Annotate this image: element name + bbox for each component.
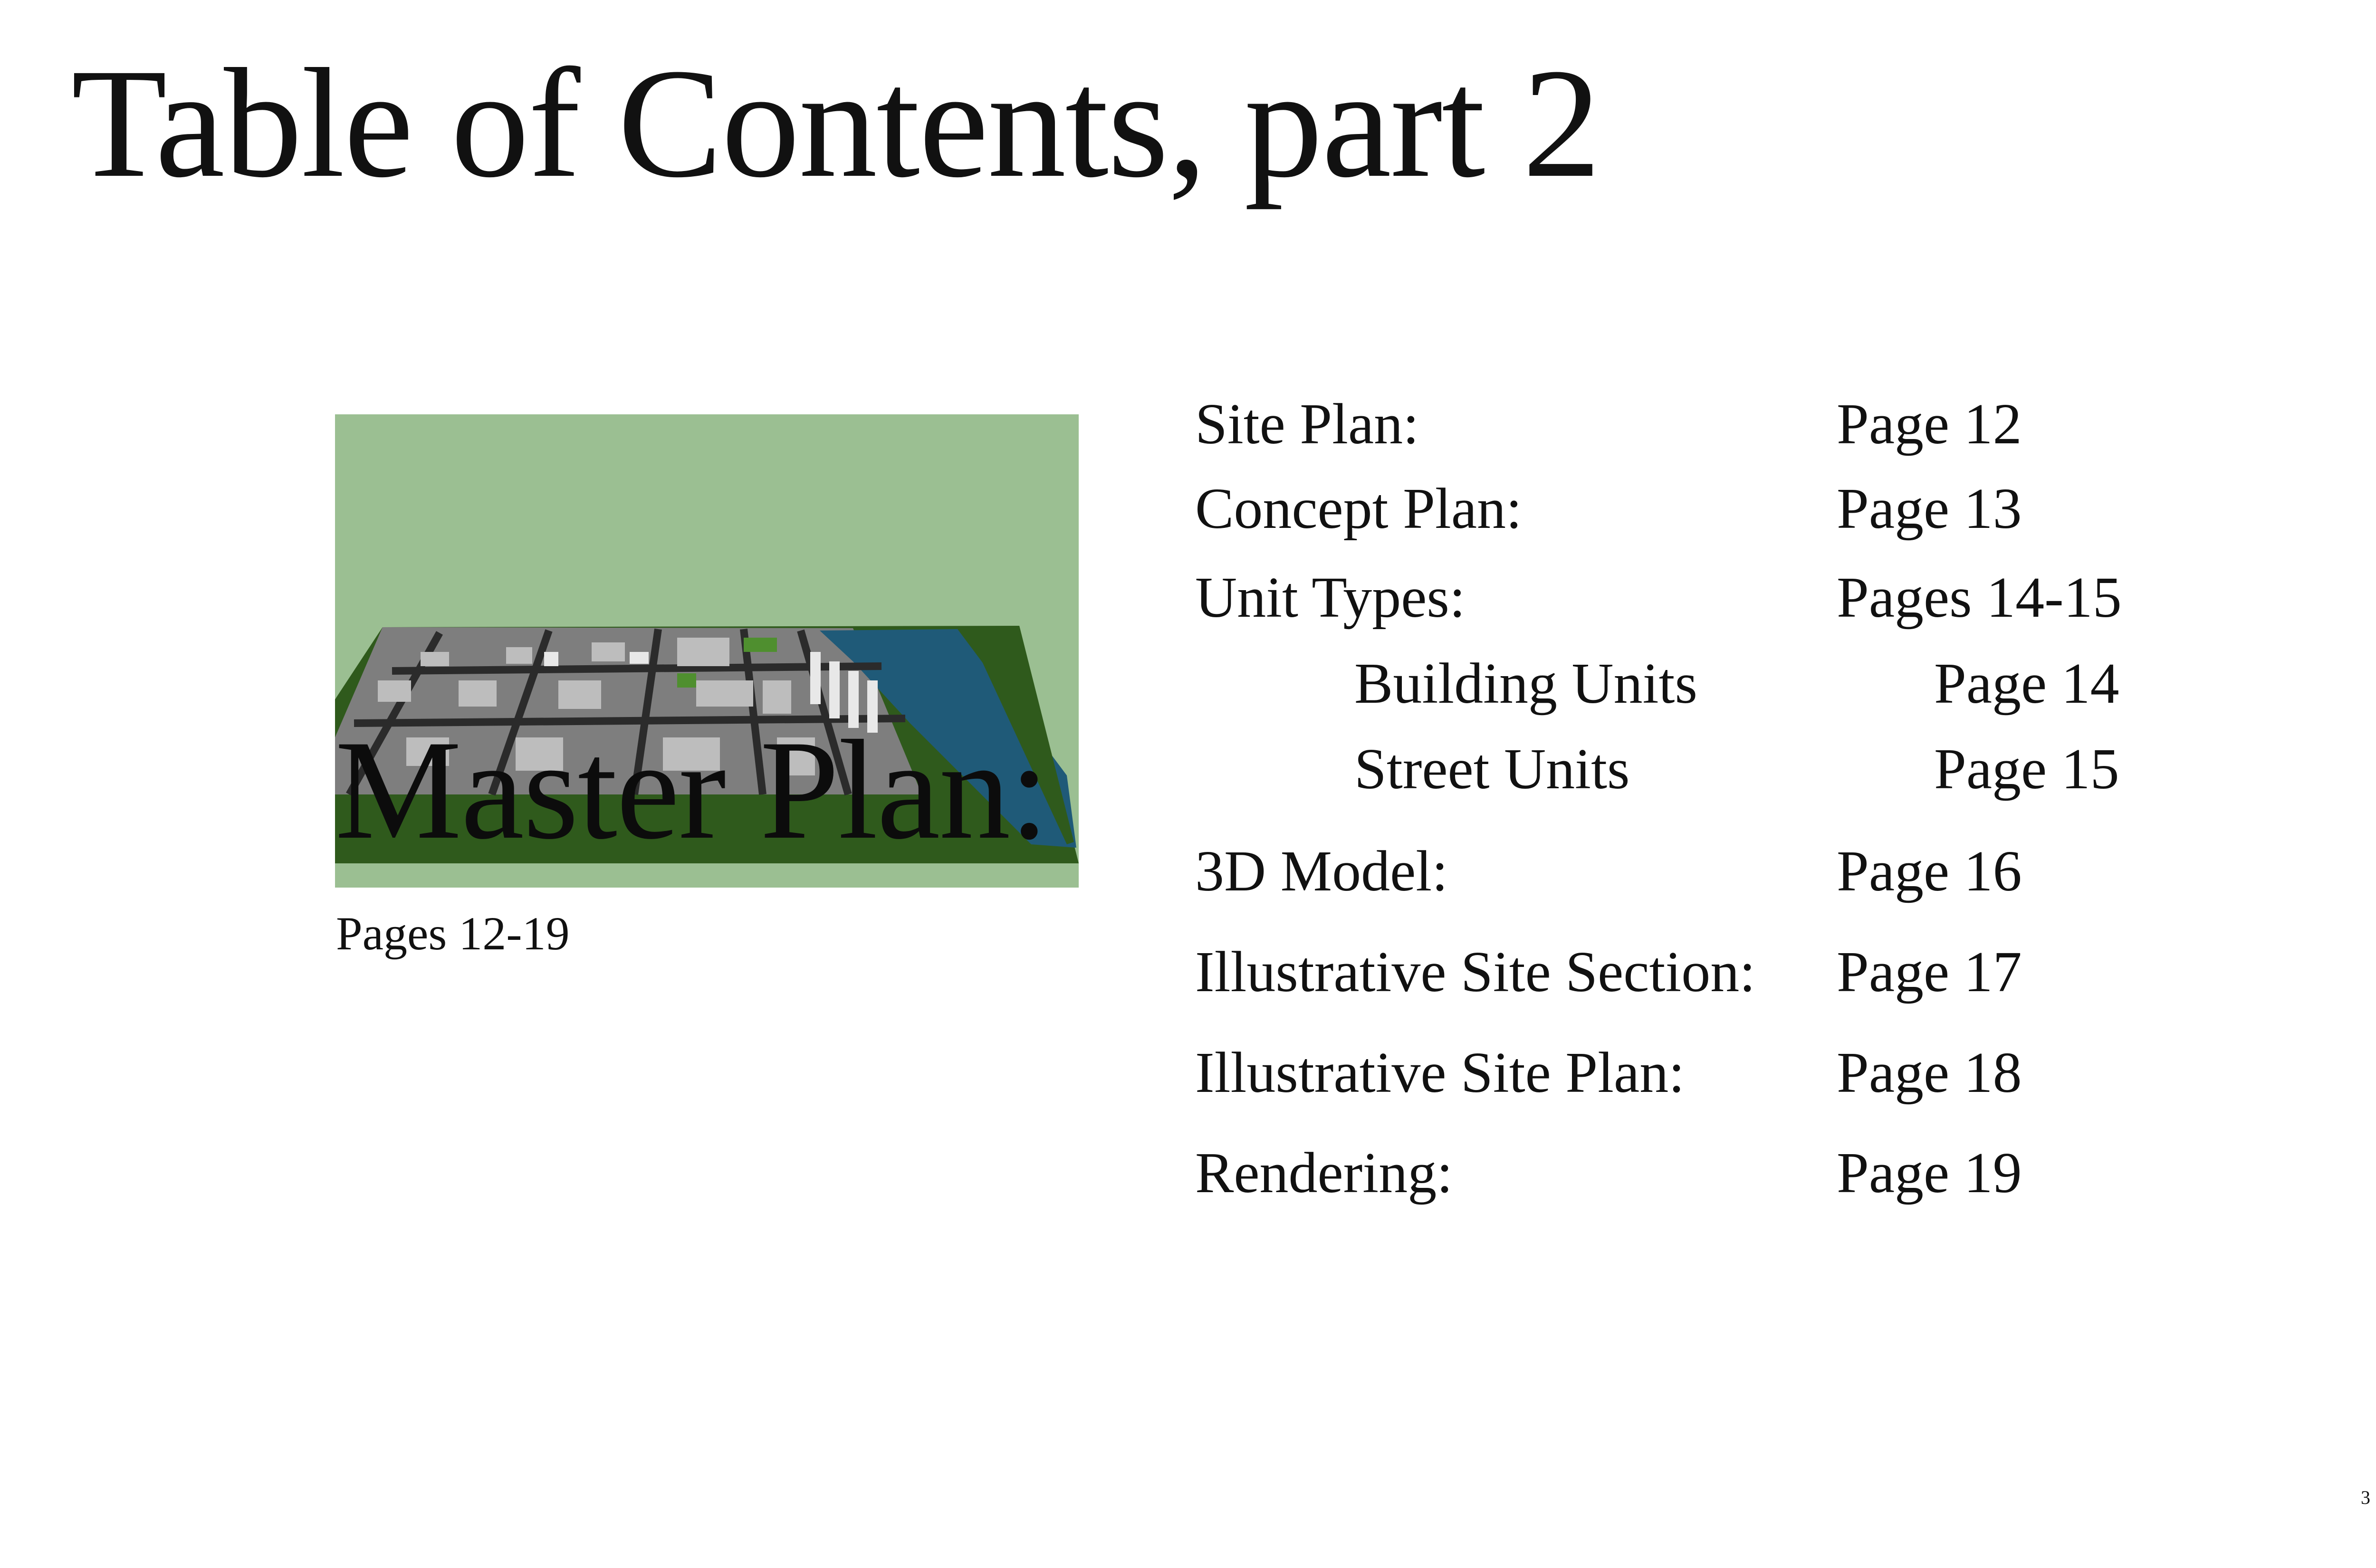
toc-label: Illustrative Site Section: <box>1195 940 1756 1004</box>
toc-page: Page 19 <box>1837 1141 2022 1205</box>
toc-label: Illustrative Site Plan: <box>1195 1041 1685 1105</box>
toc-page: Page 15 <box>1934 737 2119 801</box>
toc-label: 3D Model: <box>1195 839 1448 903</box>
toc-label: Street Units <box>1354 737 1630 801</box>
toc-page: Page 12 <box>1837 392 2022 456</box>
master-plan-card: Master Plan: <box>335 414 1079 888</box>
toc-page: Page 17 <box>1837 940 2022 1004</box>
toc-page: Page 16 <box>1837 839 2022 903</box>
toc-label: Unit Types: <box>1195 565 1466 630</box>
toc-label: Building Units <box>1354 651 1697 716</box>
toc-page: Page 13 <box>1837 477 2022 541</box>
toc-label: Site Plan: <box>1195 392 1419 456</box>
toc-page: Page 18 <box>1837 1041 2022 1105</box>
page-title: Table of Contents, part 2 <box>71 37 1601 210</box>
toc-label: Concept Plan: <box>1195 477 1522 541</box>
page-number: 3 <box>2361 1487 2370 1508</box>
toc-label: Rendering: <box>1195 1141 1453 1205</box>
section-page-range: Pages 12-19 <box>336 907 570 960</box>
toc-page: Page 14 <box>1934 651 2119 716</box>
toc-page: Pages 14-15 <box>1837 565 2122 630</box>
section-heading: Master Plan: <box>335 711 1049 869</box>
